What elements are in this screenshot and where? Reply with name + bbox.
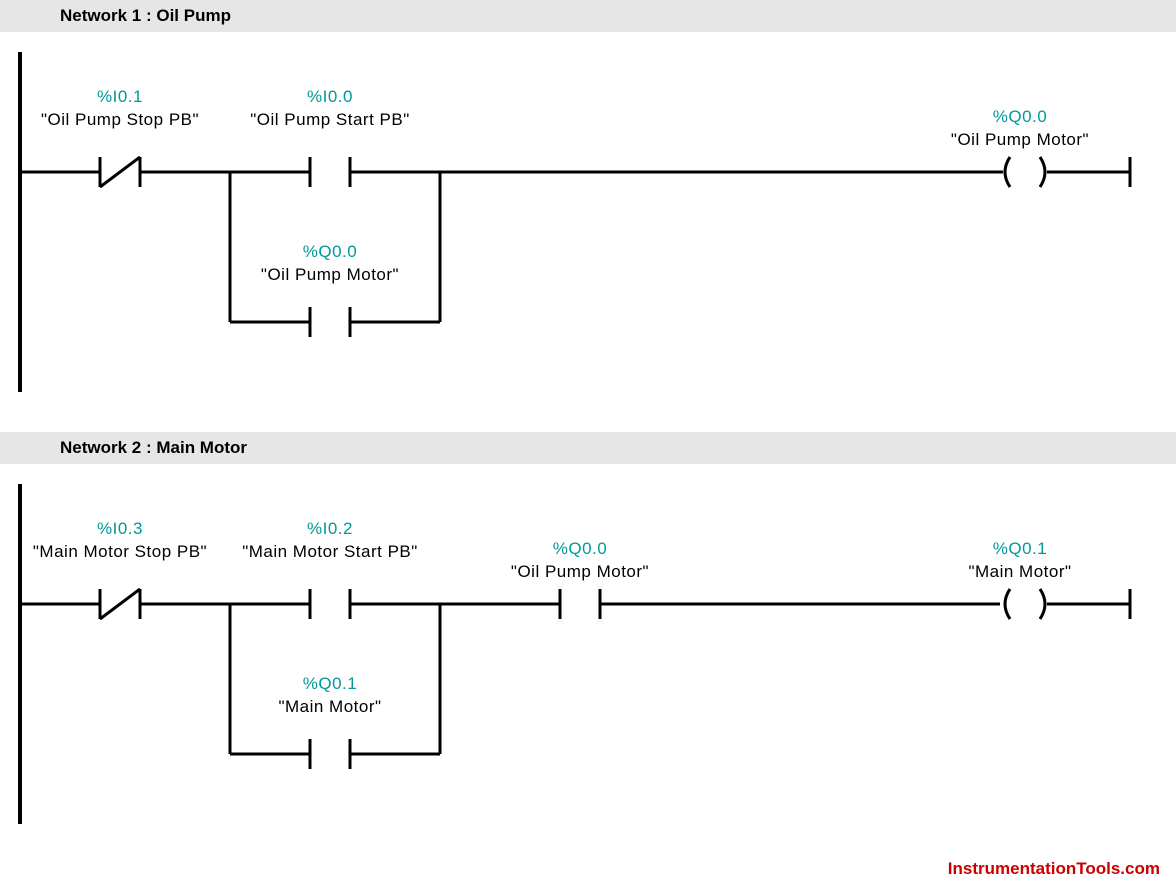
nc-contact-icon <box>100 157 140 187</box>
coil-icon <box>1005 589 1045 619</box>
network2-header: Network 2 : Main Motor <box>0 432 1176 464</box>
network2-svg <box>0 464 1176 864</box>
watermark: InstrumentationTools.com <box>948 859 1160 879</box>
no-contact-icon <box>310 589 350 619</box>
network2-title: Network 2 : Main Motor <box>60 438 247 457</box>
coil-icon <box>1005 157 1045 187</box>
no-contact-icon <box>310 157 350 187</box>
nc-contact-icon <box>100 589 140 619</box>
no-contact-icon-latch <box>310 307 350 337</box>
no-contact-icon-latch <box>310 739 350 769</box>
network1-header: Network 1 : Oil Pump <box>0 0 1176 32</box>
network1-svg <box>0 32 1176 432</box>
network2-diagram: %I0.3 "Main Motor Stop PB" %I0.2 "Main M… <box>0 464 1176 864</box>
no-contact-icon-cond <box>560 589 600 619</box>
network1-diagram: %I0.1 "Oil Pump Stop PB" %I0.0 "Oil Pump… <box>0 32 1176 432</box>
network1-title: Network 1 : Oil Pump <box>60 6 231 25</box>
